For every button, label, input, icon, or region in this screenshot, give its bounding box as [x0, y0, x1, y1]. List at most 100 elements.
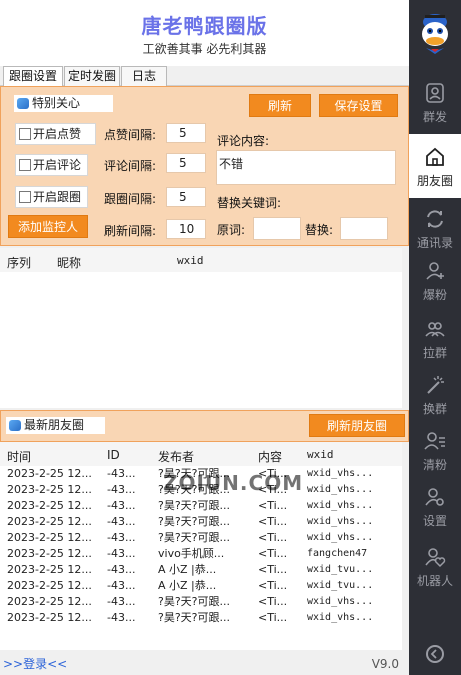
- save-settings-button[interactable]: 保存设置: [319, 94, 398, 117]
- auto-like-checkbox[interactable]: 开启点赞: [15, 123, 96, 145]
- sidebar-item-switch-group[interactable]: 换群: [409, 362, 461, 426]
- refresh-interval-input[interactable]: 10: [166, 219, 206, 239]
- sidebar-item-mass-send[interactable]: 群发: [409, 70, 461, 134]
- table-row[interactable]: 2023-2-25 12... -43... ?昊?天?可跟... <Ti... wxi…: [0, 594, 402, 610]
- sidebar-item-label: 拉群: [422, 346, 447, 360]
- comment-interval-input[interactable]: 5: [166, 153, 206, 173]
- version-label: V9.0: [371, 657, 399, 671]
- auto-like-checkbox-box[interactable]: [19, 128, 31, 140]
- cell-publisher: ?昊?天?可跟...: [158, 531, 231, 544]
- group-icon: [425, 322, 445, 337]
- cell-id: -43...: [107, 611, 136, 624]
- like-interval-label: 点赞间隔:: [104, 128, 157, 142]
- replace-word-input[interactable]: [340, 217, 388, 240]
- table-row[interactable]: 2023-2-25 12... -43... ?昊?天?可跟... <Ti... wxi…: [0, 514, 402, 530]
- right-sidebar: 群发 朋友圈 通讯录 爆粉 拉群 换群 清粉 设置 机器人: [409, 0, 461, 675]
- sidebar-item-clean-fans[interactable]: 清粉: [409, 418, 461, 482]
- refresh-moments-button[interactable]: 刷新朋友圈: [309, 414, 405, 437]
- follow-interval-label: 跟圈间隔:: [104, 192, 157, 206]
- collapse-back-icon[interactable]: [426, 645, 444, 663]
- cell-content: <Ti...: [258, 563, 288, 576]
- col-wxid[interactable]: wxid: [177, 254, 204, 267]
- user-list-icon: [424, 432, 445, 450]
- sidebar-item-label: 群发: [422, 110, 447, 124]
- latest-moments-icon: [9, 420, 21, 431]
- home-icon: [426, 147, 444, 166]
- tab-scheduled-post[interactable]: 定时发圈: [64, 66, 120, 86]
- app-title: 唐老鸭跟圈版: [141, 14, 268, 38]
- user-heart-icon: [425, 548, 446, 568]
- latest-moments-label: 最新朋友圈: [6, 417, 105, 434]
- sidebar-item-label: 设置: [422, 514, 447, 528]
- table-row[interactable]: 2023-2-25 12... -43... A 小Z |恭... <Ti... wxi…: [0, 578, 402, 594]
- watermark: ZOIUN.COM: [163, 471, 304, 495]
- cell-content: <Ti...: [258, 547, 288, 560]
- cell-content: <Ti...: [258, 579, 288, 592]
- cell-publisher: ?昊?天?可跟...: [158, 595, 231, 608]
- app-subtitle: 工欲善其事 必先利其器: [142, 42, 267, 56]
- col-nickname[interactable]: 昵称: [57, 254, 81, 271]
- cell-id: -43...: [107, 467, 136, 480]
- cell-id: -43...: [107, 579, 136, 592]
- sidebar-item-label: 朋友圈: [416, 174, 453, 188]
- cell-publisher: A 小Z |恭...: [158, 563, 217, 576]
- cell-wxid: wxid_vhs...: [307, 468, 374, 479]
- refresh-button[interactable]: 刷新: [249, 94, 311, 117]
- cell-id: -43...: [107, 499, 136, 512]
- like-interval-input[interactable]: 5: [166, 123, 206, 143]
- table-row[interactable]: 2023-2-25 12... -43... ?昊?天?可跟... <Ti... wxi…: [0, 610, 402, 626]
- auto-follow-checkbox[interactable]: 开启跟圈: [15, 186, 88, 208]
- auto-comment-checkbox-box[interactable]: [19, 159, 31, 171]
- cell-publisher: ?昊?天?可跟...: [158, 499, 231, 512]
- cell-wxid: wxid_vhs...: [307, 532, 374, 543]
- auto-like-label: 开启点赞: [33, 127, 82, 141]
- auto-follow-checkbox-box[interactable]: [19, 191, 31, 203]
- table-row[interactable]: 2023-2-25 12... -43... ?昊?天?可跟... <Ti... wxi…: [0, 530, 402, 546]
- sidebar-item-settings[interactable]: 设置: [409, 474, 461, 538]
- cell-time: 2023-2-25 12...: [7, 467, 92, 480]
- sidebar-item-label: 清粉: [422, 458, 447, 472]
- user-add-icon: [426, 262, 444, 280]
- table-row[interactable]: 2023-2-25 12... -43... A 小Z |恭... <Ti... wxi…: [0, 562, 402, 578]
- tab-log[interactable]: 日志: [121, 66, 167, 86]
- comment-content-input[interactable]: 不错: [216, 150, 396, 185]
- monitor-table[interactable]: 序列 昵称 wxid: [0, 248, 402, 408]
- add-monitor-button[interactable]: 添加监控人: [8, 215, 88, 238]
- cell-time: 2023-2-25 12...: [7, 579, 92, 592]
- moments-table-header: 时间 ID 发布者 内容 wxid: [0, 442, 402, 466]
- refresh-interval-label: 刷新间隔:: [104, 224, 157, 238]
- tab-follow-settings[interactable]: 跟圈设置: [3, 66, 63, 87]
- sidebar-item-robot[interactable]: 机器人: [409, 534, 461, 598]
- cell-wxid: wxid_tvu...: [307, 580, 374, 591]
- col-time[interactable]: 时间: [7, 448, 31, 465]
- donald-duck-avatar: [422, 14, 448, 54]
- sidebar-item-label: 换群: [422, 402, 447, 416]
- original-word-input[interactable]: [253, 217, 301, 240]
- follow-interval-input[interactable]: 5: [166, 187, 206, 207]
- col-publisher[interactable]: 发布者: [158, 448, 194, 465]
- sidebar-item-moments[interactable]: 朋友圈: [409, 134, 461, 198]
- sidebar-item-label: 机器人: [416, 574, 453, 588]
- auto-follow-label: 开启跟圈: [33, 190, 82, 204]
- original-word-label: 原词:: [217, 223, 246, 237]
- replace-word-label: 替换:: [305, 223, 334, 237]
- table-row[interactable]: 2023-2-25 12... -43... ?昊?天?可跟... <Ti... wxi…: [0, 498, 402, 514]
- cell-content: <Ti...: [258, 499, 288, 512]
- cell-wxid: wxid_vhs...: [307, 612, 374, 623]
- login-link[interactable]: >>登录<<: [3, 655, 67, 672]
- col-id[interactable]: ID: [107, 448, 120, 462]
- sidebar-item-pull-group[interactable]: 拉群: [409, 306, 461, 370]
- cell-time: 2023-2-25 12...: [7, 531, 92, 544]
- table-row[interactable]: 2023-2-25 12... -43... vivo手机顾... <Ti... fan…: [0, 546, 402, 562]
- replace-keywords-label: 替换关键词:: [217, 196, 282, 210]
- latest-moments-text: 最新朋友圈: [24, 418, 85, 432]
- sidebar-item-boost-fans[interactable]: 爆粉: [409, 248, 461, 312]
- cell-content: <Ti...: [258, 515, 288, 528]
- special-care-text: 特别关心: [32, 96, 81, 110]
- cell-wxid: wxid_vhs...: [307, 596, 374, 607]
- col-wxid[interactable]: wxid: [307, 448, 334, 461]
- auto-comment-checkbox[interactable]: 开启评论: [15, 154, 88, 176]
- tab-bar: 跟圈设置 定时发圈 日志: [0, 66, 409, 87]
- col-seq[interactable]: 序列: [7, 254, 31, 271]
- col-content[interactable]: 内容: [258, 448, 282, 465]
